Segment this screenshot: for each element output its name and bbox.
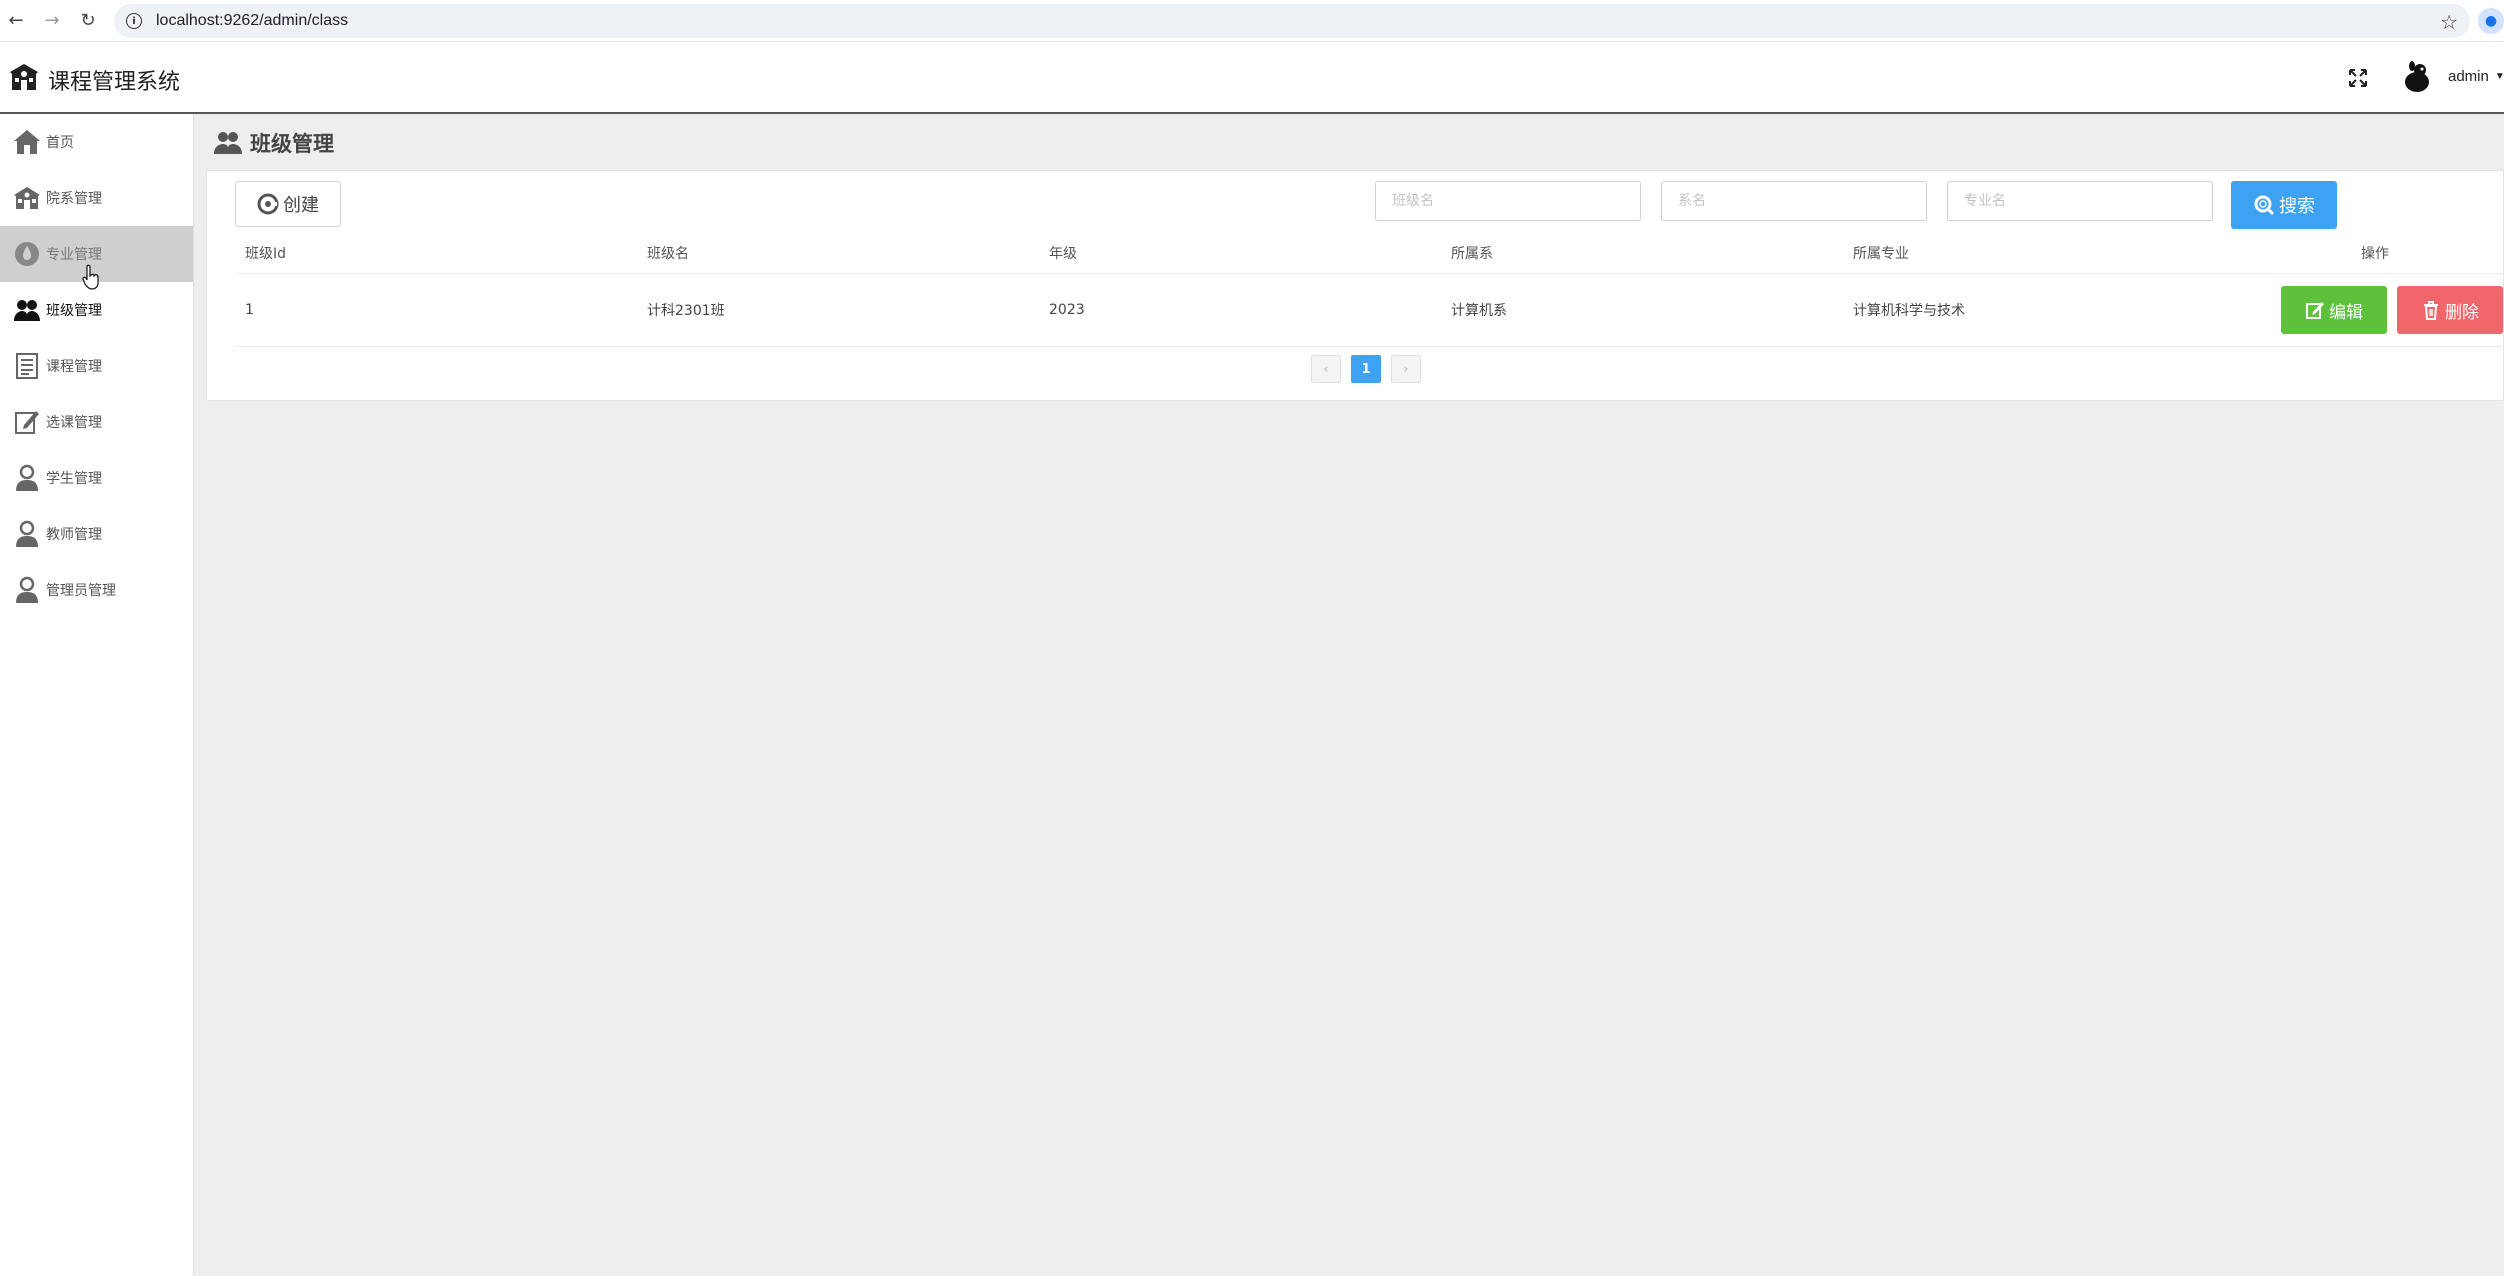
edit-button-label[interactable]: 编辑 bbox=[2329, 298, 2363, 323]
table-header: 班级Id 班级名 年级 所属系 所属专业 操作 bbox=[235, 233, 2504, 273]
department-name-input[interactable] bbox=[1661, 181, 1927, 221]
user-avatar-icon[interactable] bbox=[2400, 60, 2434, 94]
prev-page-button[interactable]: ‹ bbox=[1311, 355, 1341, 383]
address-bar[interactable]: i localhost:9262/admin/class ☆ bbox=[114, 4, 2470, 38]
url-text[interactable]: localhost:9262/admin/class bbox=[156, 12, 348, 30]
sidebar-item-label: 教师管理 bbox=[46, 527, 102, 543]
sidebar-item-label: 学生管理 bbox=[46, 471, 102, 487]
bookmark-star-icon[interactable]: ☆ bbox=[2440, 10, 2458, 34]
document-list-icon bbox=[16, 353, 38, 379]
create-button-label[interactable]: 创建 bbox=[283, 191, 319, 217]
search-icon bbox=[2254, 195, 2275, 216]
school-building-icon bbox=[14, 187, 40, 209]
class-table: 班级Id 班级名 年级 所属系 所属专业 操作 1 计科2301班 2023 计… bbox=[235, 233, 2504, 347]
sidebar-item-classes[interactable]: 班级管理 bbox=[0, 282, 193, 338]
sidebar-item-admins[interactable]: 管理员管理 bbox=[0, 562, 193, 618]
sidebar-item-label: 院系管理 bbox=[46, 191, 102, 207]
col-header-department: 所属系 bbox=[1451, 246, 1493, 262]
caret-down-icon[interactable]: ▼ bbox=[2495, 71, 2504, 82]
create-icon bbox=[257, 193, 279, 215]
search-button-label[interactable]: 搜索 bbox=[2279, 192, 2315, 218]
col-header-grade: 年级 bbox=[1049, 246, 1077, 262]
col-header-class-id: 班级Id bbox=[245, 246, 287, 262]
cell-major: 计算机科学与技术 bbox=[1853, 303, 1965, 319]
users-group-icon bbox=[14, 300, 40, 321]
sidebar-item-departments[interactable]: 院系管理 bbox=[0, 170, 193, 226]
page-heading: 班级管理 bbox=[212, 128, 334, 158]
profile-icon[interactable]: ● bbox=[2478, 8, 2504, 34]
sidebar-item-label: 首页 bbox=[46, 135, 74, 151]
site-info-icon[interactable]: i bbox=[126, 13, 142, 29]
sidebar-item-label: 班级管理 bbox=[46, 303, 102, 319]
page-title: 班级管理 bbox=[250, 132, 334, 156]
sidebar-item-enrollment[interactable]: 选课管理 bbox=[0, 394, 193, 450]
browser-toolbar: ← → ↻ i localhost:9262/admin/class ☆ ● bbox=[0, 0, 2504, 42]
col-header-major: 所属专业 bbox=[1853, 246, 1909, 262]
drop-icon bbox=[15, 242, 39, 266]
sidebar-item-label: 选课管理 bbox=[46, 415, 102, 431]
cell-department: 计算机系 bbox=[1451, 303, 1507, 319]
app-title: 课程管理系统 bbox=[48, 70, 181, 95]
content-panel: 创建 搜索 班级Id 班级名 年级 所属系 所属专业 操作 1 计科2301班 … bbox=[206, 170, 2504, 401]
delete-button[interactable]: 删除 bbox=[2397, 286, 2503, 334]
pagination: ‹ 1 › bbox=[1311, 355, 1431, 383]
user-icon bbox=[16, 464, 38, 491]
home-icon bbox=[14, 130, 40, 154]
user-menu[interactable]: admin ▼ bbox=[2448, 68, 2504, 85]
user-icon bbox=[16, 520, 38, 547]
trash-icon bbox=[2424, 301, 2438, 320]
reload-icon[interactable]: ↻ bbox=[76, 9, 100, 33]
mouse-cursor-icon bbox=[82, 264, 99, 290]
sidebar-item-courses[interactable]: 课程管理 bbox=[0, 338, 193, 394]
cell-class-name: 计科2301班 bbox=[647, 303, 725, 319]
sidebar-item-students[interactable]: 学生管理 bbox=[0, 450, 193, 506]
col-header-class-name: 班级名 bbox=[647, 246, 689, 262]
username[interactable]: admin bbox=[2448, 68, 2489, 85]
next-page-button[interactable]: › bbox=[1391, 355, 1421, 383]
edit-document-icon bbox=[15, 411, 39, 434]
sidebar-item-label: 专业管理 bbox=[46, 247, 102, 263]
col-header-actions: 操作 bbox=[2361, 246, 2389, 262]
school-logo-icon bbox=[10, 64, 38, 90]
page-1-button[interactable]: 1 bbox=[1351, 355, 1381, 383]
sidebar-item-home[interactable]: 首页 bbox=[0, 114, 193, 170]
delete-button-label[interactable]: 删除 bbox=[2445, 298, 2479, 323]
class-name-input[interactable] bbox=[1375, 181, 1641, 221]
fullscreen-icon[interactable] bbox=[2348, 68, 2368, 88]
edit-button[interactable]: 编辑 bbox=[2281, 286, 2387, 334]
sidebar-item-label: 管理员管理 bbox=[46, 583, 116, 599]
major-name-input[interactable] bbox=[1947, 181, 2213, 221]
edit-icon bbox=[2306, 302, 2324, 319]
app-header: 课程管理系统 admin ▼ bbox=[0, 42, 2504, 114]
forward-arrow-icon[interactable]: → bbox=[40, 9, 64, 33]
search-button[interactable]: 搜索 bbox=[2231, 181, 2337, 229]
sidebar-item-label: 课程管理 bbox=[46, 359, 102, 375]
table-row: 1 计科2301班 2023 计算机系 计算机科学与技术 编辑 删除 bbox=[235, 273, 2504, 347]
create-button[interactable]: 创建 bbox=[235, 181, 341, 227]
cell-class-id: 1 bbox=[245, 302, 254, 318]
sidebar-item-teachers[interactable]: 教师管理 bbox=[0, 506, 193, 562]
cell-grade: 2023 bbox=[1049, 302, 1085, 318]
users-group-icon bbox=[214, 132, 242, 154]
back-arrow-icon[interactable]: ← bbox=[4, 9, 28, 33]
user-icon bbox=[16, 576, 38, 603]
